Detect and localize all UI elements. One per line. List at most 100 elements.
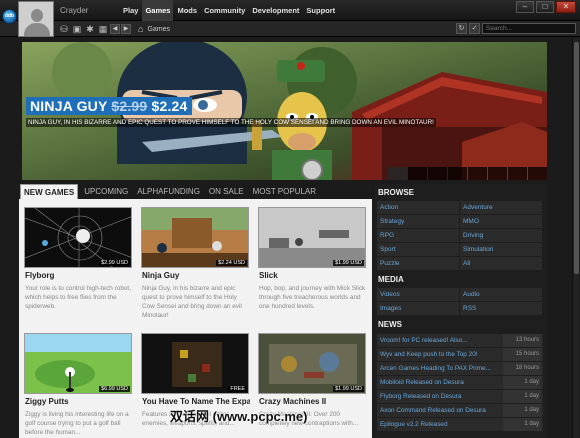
watermark: 双话网 (www.pcpc.me) [170, 409, 308, 424]
tab-most-popular[interactable]: MOST POPULAR [250, 184, 319, 199]
username[interactable]: Crayder [60, 6, 88, 15]
news-title: Flyborg Released on Desura [380, 393, 462, 400]
minimize-button[interactable]: – [516, 1, 534, 13]
news-item[interactable]: Flyborg Released on Desura 1 day [377, 390, 543, 403]
browse-item-simulation[interactable]: Simulation [460, 243, 542, 256]
game-price: $2.24 USD [216, 260, 247, 266]
search-input[interactable] [482, 23, 576, 34]
nav-development[interactable]: Development [249, 0, 302, 21]
news-time: 13 hours [503, 334, 541, 347]
banner-page-1[interactable] [388, 167, 407, 180]
news-time: 18 hours [503, 362, 541, 375]
back-arrow-icon[interactable]: ◀ [110, 24, 120, 34]
browse-item-rpg[interactable]: RPG [377, 229, 459, 242]
news-title: Mobiloid Released on Desura [380, 379, 464, 386]
nav-play[interactable]: Play [120, 0, 141, 21]
game-price: $6.99 USD [99, 386, 130, 392]
title-bar: Crayder Play Games Mods Community Develo… [0, 0, 580, 21]
browse-item-strategy[interactable]: Strategy [377, 215, 459, 228]
tab-on-sale[interactable]: ON SALE [206, 184, 247, 199]
close-button[interactable]: ✕ [556, 1, 576, 13]
media-item-rss[interactable]: RSS [460, 302, 542, 315]
browse-item-action[interactable]: Action [377, 201, 459, 214]
tab-alphafunding[interactable]: ALPHAFUNDING [134, 184, 203, 199]
news-time: 1 day [503, 418, 541, 431]
media-item-audio[interactable]: Audio [460, 288, 542, 301]
game-thumbnail[interactable]: $6.99 USD [24, 333, 132, 394]
banner-page-6[interactable] [488, 167, 507, 180]
cart-icon[interactable]: ⛁ [58, 23, 70, 35]
tab-upcoming[interactable]: UPCOMING [81, 184, 131, 199]
game-thumbnail[interactable]: $2.24 USD [141, 207, 249, 268]
news-item[interactable]: Wyv and Keep push to the Top 20! 15 hour… [377, 348, 543, 361]
nav-support[interactable]: Support [303, 0, 338, 21]
nav-games[interactable]: Games [142, 0, 174, 21]
game-title[interactable]: Ziggy Putts [25, 397, 69, 406]
banner-page-2[interactable] [408, 167, 427, 180]
game-price: FREE [228, 386, 247, 392]
banner-page-3[interactable] [428, 167, 447, 180]
bookmark-icon[interactable]: ✓ [469, 23, 480, 34]
home-icon[interactable]: ⌂ [138, 24, 143, 34]
store-icon[interactable]: ▣ [71, 23, 83, 35]
browse-item-puzzle[interactable]: Puzzle [377, 257, 459, 270]
banner-page-4[interactable] [448, 167, 467, 180]
game-title[interactable]: You Have To Name The Expansion [142, 397, 250, 406]
news-title: Axon Command Released on Desura [380, 407, 486, 414]
game-thumbnail[interactable]: $1.99 USD [258, 207, 366, 268]
banner-page-8[interactable] [528, 167, 547, 180]
game-thumbnail[interactable]: $1.99 USD [258, 333, 366, 394]
news-title: Arcen Games Heading To PAX Prime... [380, 365, 491, 372]
maximize-button[interactable]: □ [536, 1, 554, 13]
tab-new-games[interactable]: NEW GAMES [20, 184, 79, 199]
browse-item-sport[interactable]: Sport [377, 243, 459, 256]
banner-page-7[interactable] [508, 167, 527, 180]
game-thumbnail[interactable]: $2.99 USD [24, 207, 132, 268]
browse-item-all[interactable]: All [460, 257, 542, 270]
game-description: Your role is to control high-tech robot,… [25, 285, 131, 310]
news-time: 1 day [503, 404, 541, 417]
media-item-videos[interactable]: Videos [377, 288, 459, 301]
banner-page-5[interactable] [468, 167, 487, 180]
browse-item-driving[interactable]: Driving [460, 229, 542, 242]
main-nav: Play Games Mods Community Development Su… [120, 0, 339, 21]
news-item[interactable]: Arcen Games Heading To PAX Prime... 18 h… [377, 362, 543, 375]
game-title[interactable]: Flyborg [25, 271, 54, 280]
news-item[interactable]: Epilogue v2.2 Released 1 day [377, 418, 543, 431]
forward-arrow-icon[interactable]: ▶ [121, 24, 131, 34]
game-title[interactable]: Crazy Machines II [259, 397, 326, 406]
nav-community[interactable]: Community [201, 0, 248, 21]
grid-icon[interactable]: ▦ [97, 23, 109, 35]
media-heading: MEDIA [378, 275, 404, 284]
banner-description: NINJA GUY, IN HIS BIZARRE AND EPIC QUEST… [26, 118, 436, 127]
nav-mods[interactable]: Mods [174, 0, 200, 21]
news-title: Vroom! for PC released! Also... [380, 337, 468, 344]
search-area: ↻ ✓ [456, 23, 576, 34]
location-label: Games [147, 25, 170, 33]
browse-item-adventure[interactable]: Adventure [460, 201, 542, 214]
news-time: 15 hours [503, 348, 541, 361]
avatar[interactable] [18, 1, 54, 37]
media-item-images[interactable]: Images [377, 302, 459, 315]
desura-logo-icon[interactable]: ddb [2, 9, 17, 24]
news-time: 1 day [503, 376, 541, 389]
game-title[interactable]: Slick [259, 271, 278, 280]
banner-title[interactable]: NINJA GUY $2.99 $2.24 [26, 97, 192, 115]
game-description: Ninja Guy, in his bizarre and epic quest… [142, 285, 242, 319]
game-thumbnail[interactable]: FREE [141, 333, 249, 394]
refresh-icon[interactable]: ↻ [456, 23, 467, 34]
games-tabs: NEW GAMES UPCOMING ALPHAFUNDING ON SALE … [20, 184, 322, 199]
sidebar: BROWSE Action Adventure Strategy MMO RPG… [375, 184, 547, 438]
news-time: 1 day [503, 390, 541, 403]
scrollbar-thumb[interactable] [574, 42, 579, 274]
game-price: $1.99 USD [333, 386, 364, 392]
featured-banner[interactable]: NINJA GUY $2.99 $2.24 NINJA GUY, IN HIS … [22, 42, 547, 180]
settings-icon[interactable]: ✱ [84, 23, 96, 35]
vertical-scrollbar[interactable] [572, 38, 579, 438]
banner-text: NINJA GUY $2.99 $2.24 NINJA GUY, IN HIS … [26, 97, 436, 127]
news-item[interactable]: Mobiloid Released on Desura 1 day [377, 376, 543, 389]
news-item[interactable]: Vroom! for PC released! Also... 13 hours [377, 334, 543, 347]
browse-item-mmo[interactable]: MMO [460, 215, 542, 228]
news-item[interactable]: Axon Command Released on Desura 1 day [377, 404, 543, 417]
game-title[interactable]: Ninja Guy [142, 271, 179, 280]
